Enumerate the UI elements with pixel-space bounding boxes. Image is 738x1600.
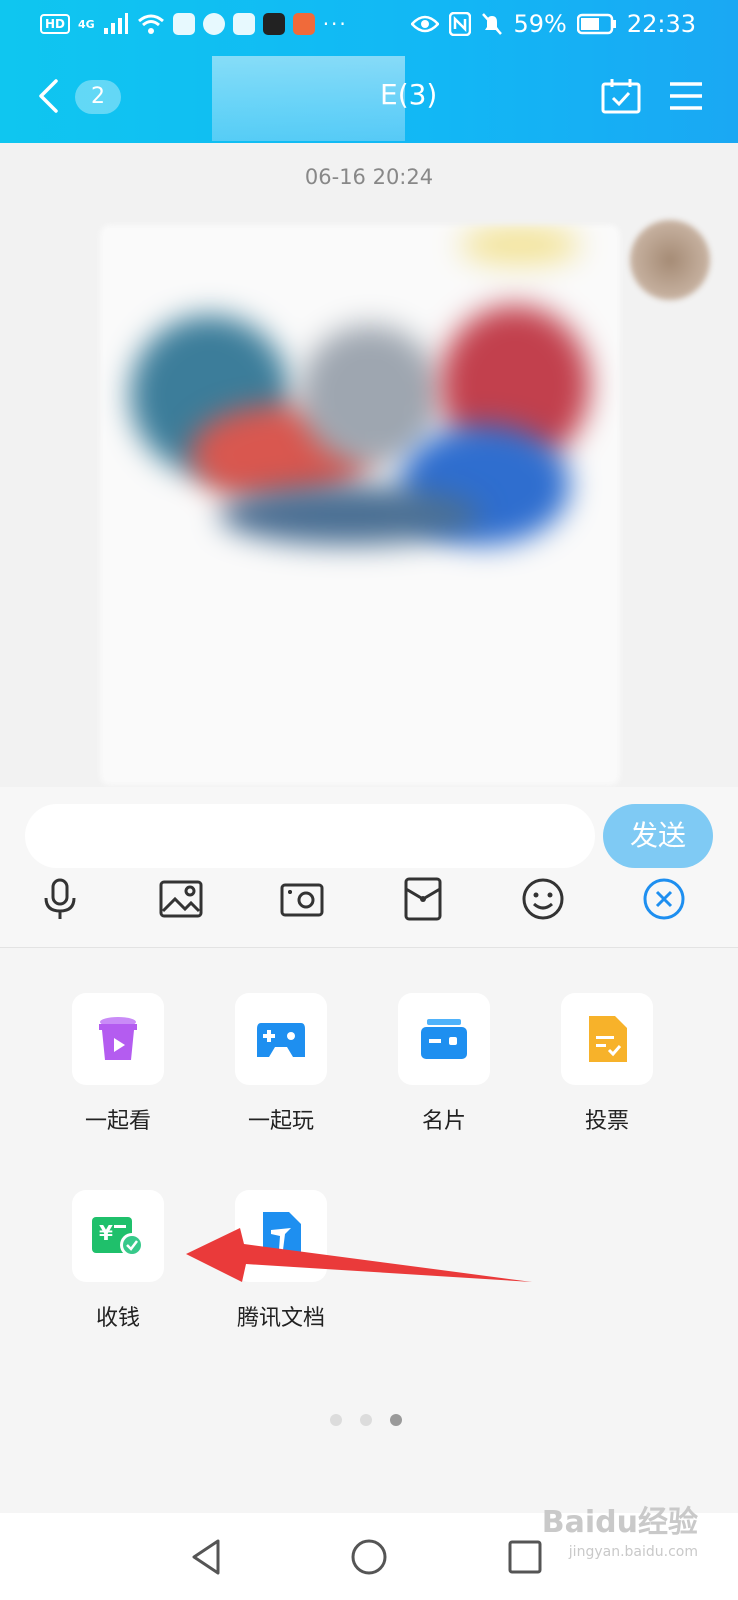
app-label: 名片 xyxy=(421,1109,466,1134)
business-card-icon xyxy=(421,1019,467,1059)
chat-title: E(3) xyxy=(380,78,438,111)
app-receive-money[interactable]: ¥ 收钱 xyxy=(58,1190,178,1332)
mute-icon xyxy=(482,13,503,35)
page-dot-active xyxy=(390,1414,402,1426)
clock: 22:33 xyxy=(626,10,696,38)
page-dot xyxy=(360,1414,372,1426)
send-button[interactable]: 发送 xyxy=(603,804,713,868)
nav-back-icon[interactable] xyxy=(186,1535,230,1579)
cloud-app-icon xyxy=(172,13,195,35)
red-packet-icon[interactable] xyxy=(401,877,445,921)
camera-icon[interactable] xyxy=(280,877,324,921)
vote-icon xyxy=(589,1016,627,1062)
emoji-icon[interactable] xyxy=(521,877,565,921)
app-label: 一起玩 xyxy=(247,1109,314,1134)
app-business-card[interactable]: 名片 xyxy=(384,993,504,1135)
top-bar: HD 4G ··· 59% 22:33 2 E(3) xyxy=(0,0,738,143)
app-label: 投票 xyxy=(584,1109,629,1134)
microphone-icon[interactable] xyxy=(38,877,82,921)
annotation-arrow xyxy=(186,1228,532,1282)
browser-app-icon xyxy=(202,13,225,35)
image-icon[interactable] xyxy=(159,877,203,921)
watermark-logo: Baidu经验 xyxy=(541,1505,698,1540)
more-notifications-icon: ··· xyxy=(322,12,348,36)
nav-recents-icon[interactable] xyxy=(503,1535,547,1579)
unread-badge[interactable]: 2 xyxy=(75,80,121,114)
watermark-url: jingyan.baidu.com xyxy=(568,1544,698,1560)
battery-percent: 59% xyxy=(513,10,567,38)
close-panel-icon[interactable] xyxy=(642,877,686,921)
receive-money-icon: ¥ xyxy=(92,1217,144,1257)
back-arrow-icon[interactable] xyxy=(36,78,60,114)
sender-avatar[interactable] xyxy=(630,220,710,300)
page-dot xyxy=(330,1414,342,1426)
app-vote[interactable]: 投票 xyxy=(547,993,667,1135)
composer: 发送 xyxy=(0,787,738,948)
app-label: 收钱 xyxy=(95,1306,140,1331)
signal-icon xyxy=(103,13,128,34)
blurred-image-message[interactable] xyxy=(100,225,620,785)
hd-indicator: HD xyxy=(40,14,71,34)
battery-icon xyxy=(576,13,616,35)
watch-together-icon xyxy=(99,1017,137,1060)
status-bar: HD 4G ··· 59% 22:33 xyxy=(0,0,738,50)
app-watch-together[interactable]: 一起看 xyxy=(58,993,178,1135)
chat-header: 2 E(3) xyxy=(0,56,738,141)
wifi-icon xyxy=(137,14,164,34)
message-input[interactable] xyxy=(25,804,595,868)
menu-icon[interactable] xyxy=(668,80,704,112)
svg-text:¥: ¥ xyxy=(99,1221,113,1245)
news-app-icon xyxy=(292,13,315,35)
page-indicator xyxy=(330,1414,402,1426)
app-play-together[interactable]: 一起玩 xyxy=(221,993,341,1135)
nfc-icon xyxy=(449,12,472,36)
eye-icon xyxy=(411,15,440,33)
weather-app-icon xyxy=(232,13,255,35)
qq-app-icon xyxy=(262,13,285,35)
calendar-check-icon[interactable] xyxy=(601,78,641,114)
network-indicator: 4G xyxy=(78,17,95,31)
message-timestamp: 06-16 20:24 xyxy=(304,165,434,189)
title-redacted xyxy=(212,56,405,141)
gamepad-icon xyxy=(257,1023,305,1057)
app-label: 一起看 xyxy=(84,1109,151,1134)
nav-home-icon[interactable] xyxy=(347,1535,391,1579)
